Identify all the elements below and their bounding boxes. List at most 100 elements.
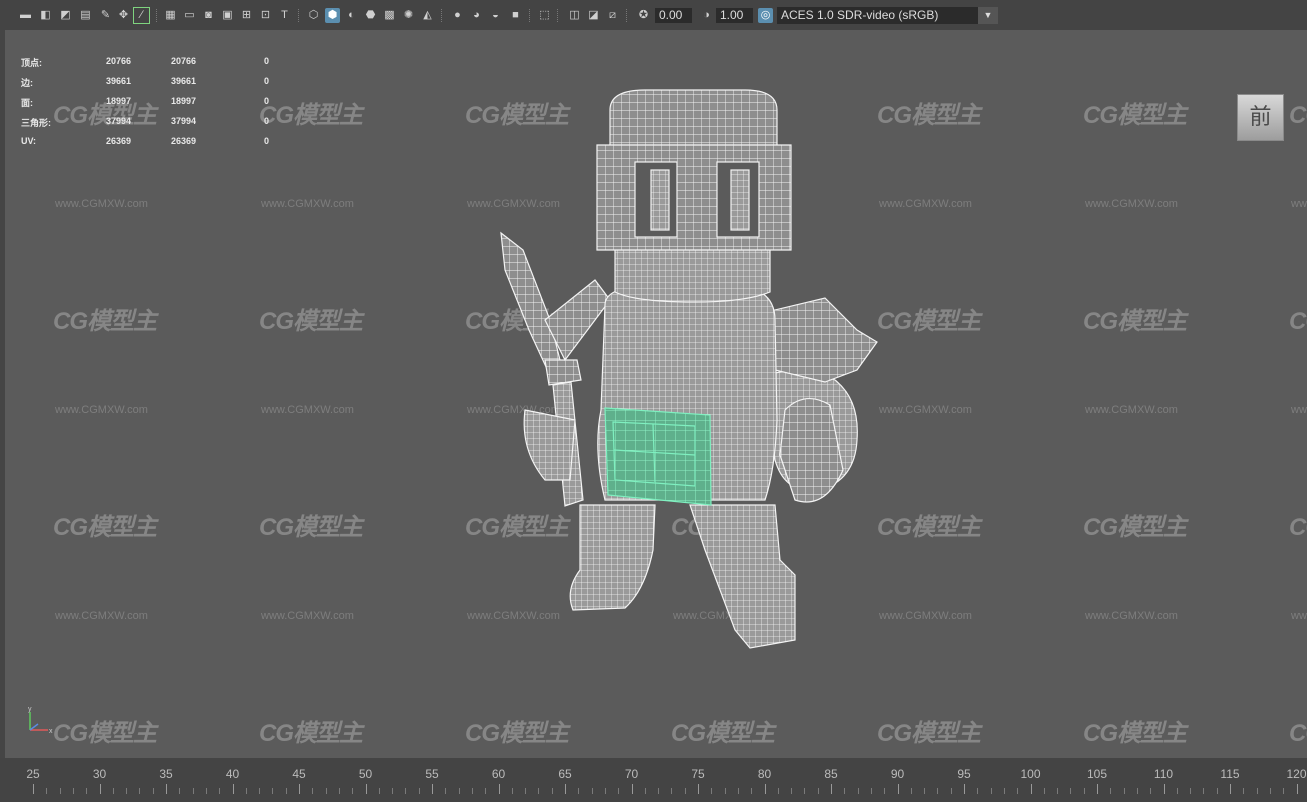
frame-tick: [205, 788, 207, 794]
hud-row: UV: 26369 26369 0: [21, 136, 281, 156]
hud-value: 0: [264, 116, 270, 126]
shaded-wireframe-icon[interactable]: ⬣: [363, 8, 378, 23]
hud-value: 26369: [106, 136, 132, 146]
frame-tick: [910, 788, 912, 794]
hud-row: 面: 18997 18997 0: [21, 96, 281, 116]
motion-blur-icon[interactable]: ◕: [469, 8, 484, 23]
bookmark-icon[interactable]: ◩: [58, 8, 73, 23]
frame-tick: [1003, 788, 1005, 794]
frame-tick: [392, 788, 394, 794]
viewport-toolbar: ▬ ◧ ◩ ▤ ✎ ✥ ∕ ▦ ▭ ◙ ▣ ⊞ ⊡ T ⬡ ⬢ ◐ ⬣ ▩ ✺ …: [0, 0, 1307, 30]
frame-label: 110: [1153, 767, 1174, 781]
frame-tick: [791, 788, 793, 794]
frame-label: 115: [1220, 767, 1240, 781]
hud-value: 0: [264, 76, 270, 86]
frame-label: 95: [957, 767, 971, 781]
frame-tick: [365, 784, 367, 794]
selected-belt-plate[interactable]: [604, 407, 712, 506]
xray-joints-icon[interactable]: ◪: [586, 8, 601, 23]
poly-count-hud: 顶点: 20766 20766 0 边: 39661 39661 0 面: 18997 18997 0…: [21, 56, 281, 156]
2d-zoom-icon[interactable]: ✥: [116, 8, 131, 23]
frame-tick: [844, 788, 846, 794]
xray-icon[interactable]: ◫: [567, 8, 582, 23]
hud-row: 三角形: 37994 37994 0: [21, 116, 281, 136]
frame-tick: [737, 788, 739, 794]
frame-tick: [46, 788, 48, 794]
frame-tick: [658, 788, 660, 794]
2d-pan-icon[interactable]: ✎: [98, 8, 113, 23]
camera-select-icon[interactable]: ▬: [18, 8, 33, 23]
toolbar-separator: [441, 9, 444, 22]
chevron-down-icon[interactable]: ▼: [978, 7, 998, 24]
perspective-viewport[interactable]: CG模型主 CG模型主 CG模型主 CG模型主 www.CGMXW.com www.CGM…: [5, 30, 1307, 758]
frame-tick: [1110, 788, 1112, 794]
frame-tick: [498, 784, 500, 794]
frame-label: 55: [425, 767, 439, 781]
frame-tick: [352, 788, 354, 794]
frame-label: 45: [292, 767, 306, 781]
frame-tick: [1030, 784, 1032, 794]
frame-tick: [1230, 784, 1231, 794]
anti-alias-icon[interactable]: ◒: [488, 8, 503, 23]
frame-tick: [511, 788, 513, 794]
depth-of-field-icon[interactable]: ■: [508, 8, 523, 23]
safe-title-icon[interactable]: T: [277, 8, 292, 23]
frame-tick: [724, 788, 726, 794]
frame-tick: [378, 788, 380, 794]
frame-tick: [671, 788, 673, 794]
frame-tick: [977, 788, 979, 794]
frame-tick: [698, 784, 699, 794]
ambient-occlusion-icon[interactable]: ●: [450, 8, 465, 23]
hud-label: 顶点:: [21, 58, 42, 68]
hud-value: 37994: [171, 116, 197, 126]
lights-icon[interactable]: ✺: [401, 8, 416, 23]
smooth-shade-icon[interactable]: ⬢: [325, 8, 340, 23]
gate-mask-icon[interactable]: ▣: [220, 8, 235, 23]
exposure-icon[interactable]: ✪: [636, 8, 651, 23]
frame-label: 90: [890, 767, 905, 781]
hud-label: 边:: [21, 78, 33, 88]
frame-tick: [432, 784, 433, 794]
frame-tick: [471, 788, 473, 794]
safe-action-icon[interactable]: ⊡: [258, 8, 273, 23]
grid-icon[interactable]: ▦: [163, 8, 178, 23]
frame-tick: [418, 788, 420, 794]
gamma-field[interactable]: 1.00: [716, 8, 753, 23]
frame-tick: [219, 788, 221, 794]
frame-tick: [525, 788, 527, 794]
frame-tick: [551, 788, 553, 794]
hud-value: 20766: [171, 56, 197, 66]
gamma-icon[interactable]: ◑: [699, 8, 714, 23]
hud-value: 0: [264, 136, 270, 146]
frame-tick: [1256, 788, 1258, 794]
isolate-select-icon[interactable]: ⬚: [537, 8, 552, 23]
frame-tick: [1296, 784, 1298, 794]
default-material-icon[interactable]: ◐: [344, 8, 359, 23]
grease-pencil-icon[interactable]: ∕: [133, 7, 150, 24]
xray-components-icon[interactable]: ⧄: [605, 8, 620, 23]
exposure-field[interactable]: 0.00: [655, 8, 692, 23]
frame-tick: [338, 788, 340, 794]
frame-label: 40: [225, 767, 240, 781]
textured-icon[interactable]: ▩: [382, 8, 397, 23]
frame-label: 30: [92, 767, 107, 781]
frame-tick: [804, 788, 806, 794]
film-gate-icon[interactable]: ▭: [182, 8, 197, 23]
camera-attributes-icon[interactable]: ◧: [38, 8, 53, 23]
frame-label: 120: [1286, 767, 1307, 781]
image-plane-icon[interactable]: ▤: [78, 8, 93, 23]
viewcube[interactable]: 前: [1237, 94, 1284, 141]
shadows-icon[interactable]: ◭: [420, 8, 435, 23]
wireframe-icon[interactable]: ⬡: [306, 8, 321, 23]
time-slider[interactable]: 25 30 35 40 45 50 55 60 65 70 75 80 85 90 95 100 105 110 1…: [0, 758, 1307, 802]
frame-tick: [126, 788, 128, 794]
color-management-icon[interactable]: ◎: [758, 8, 773, 23]
color-space-dropdown[interactable]: ACES 1.0 SDR-video (sRGB) ▼: [777, 7, 998, 24]
legs-mesh: [569, 504, 796, 649]
frame-tick: [33, 784, 34, 794]
frame-tick: [325, 788, 327, 794]
frame-label: 35: [159, 767, 173, 781]
resolution-gate-icon[interactable]: ◙: [201, 8, 216, 23]
frame-tick: [831, 784, 832, 794]
field-chart-icon[interactable]: ⊞: [239, 8, 254, 23]
